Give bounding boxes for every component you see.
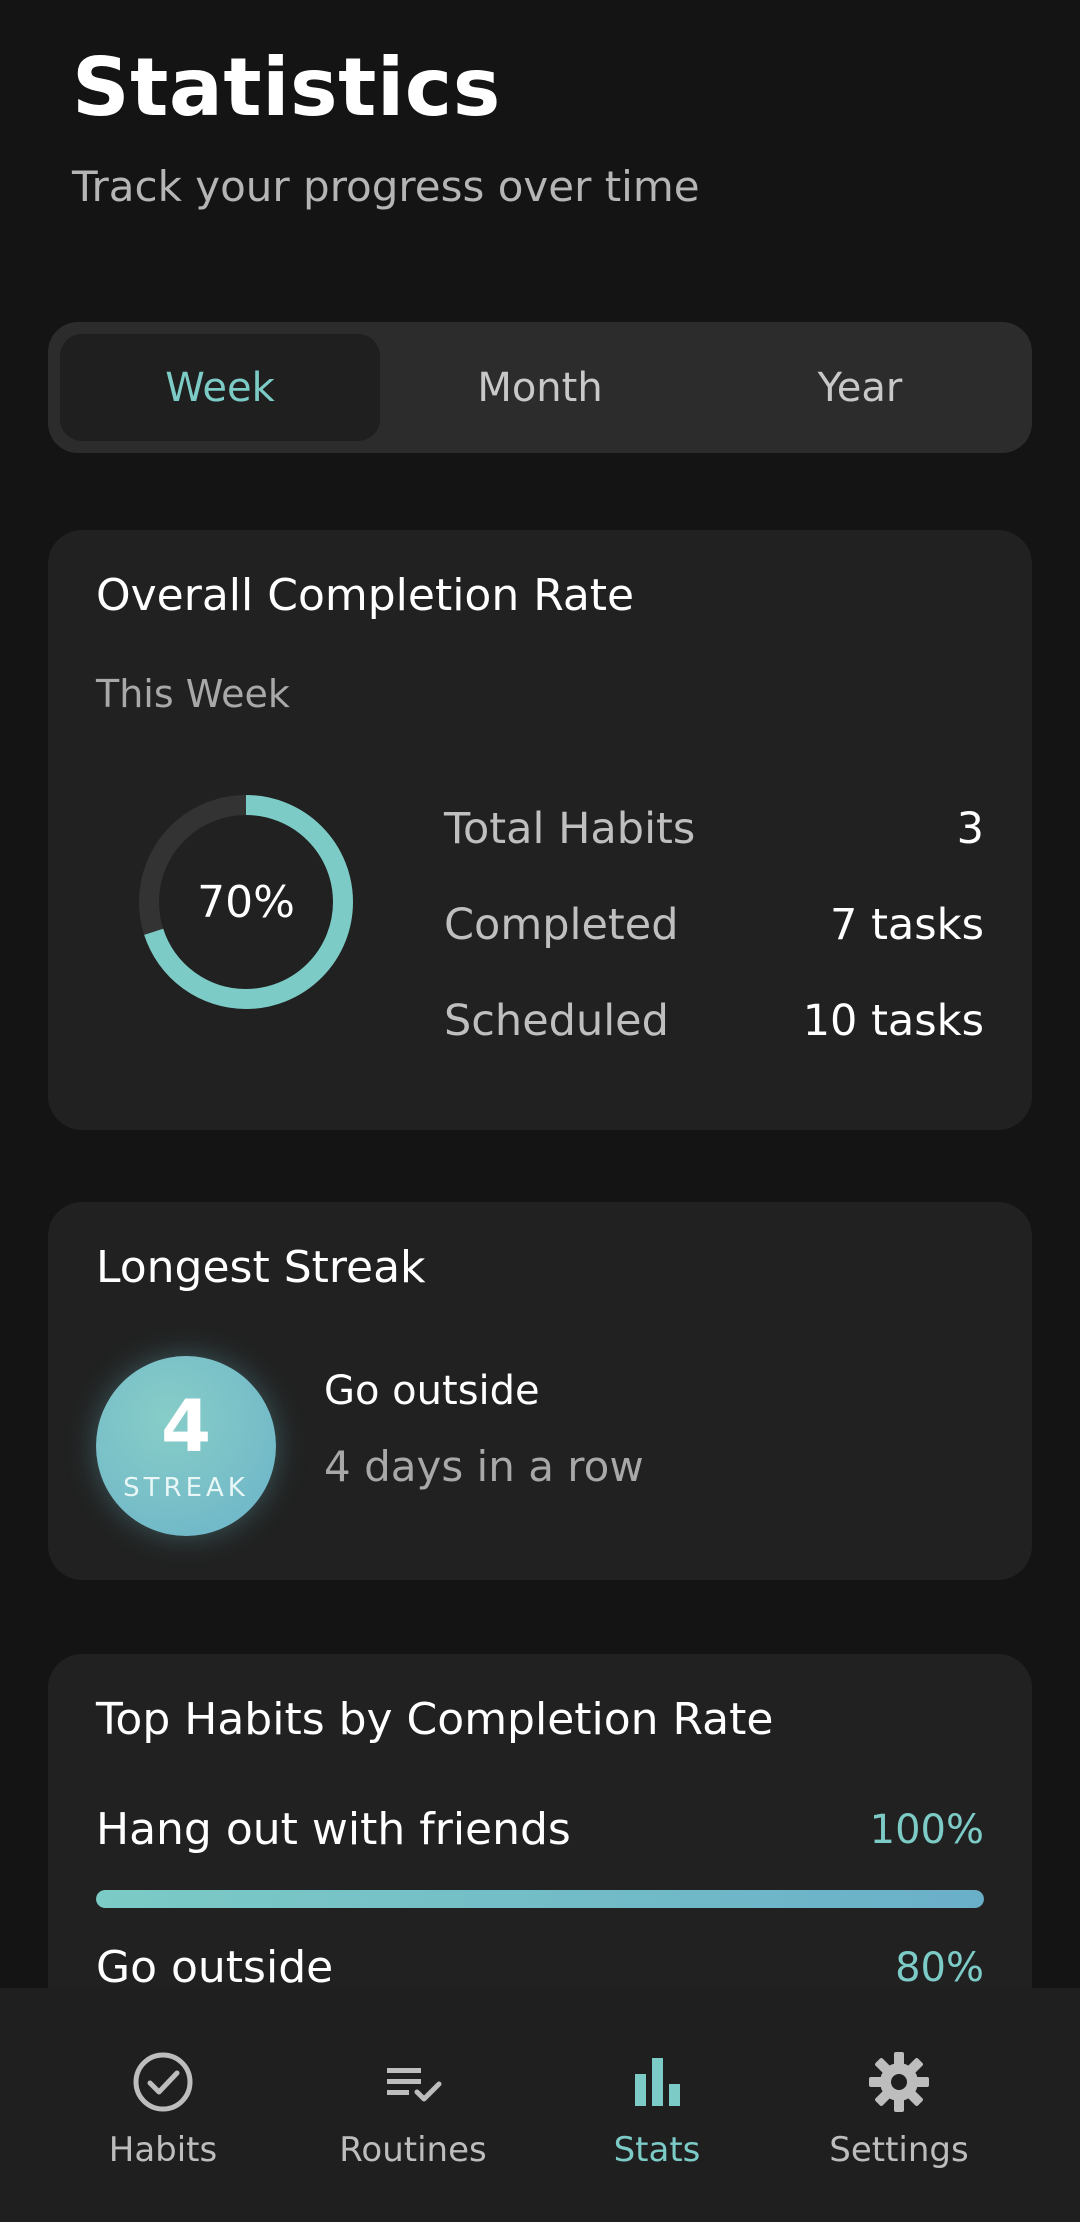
tab-week[interactable]: Week bbox=[60, 334, 380, 441]
page-subtitle: Track your progress over time bbox=[72, 162, 700, 211]
nav-label: Settings bbox=[829, 2130, 969, 2170]
overall-completion-title: Overall Completion Rate bbox=[96, 570, 635, 621]
streak-detail: 4 days in a row bbox=[324, 1442, 644, 1491]
streak-badge-label: STREAK bbox=[123, 1473, 249, 1503]
streak-habit-name: Go outside bbox=[324, 1368, 540, 1414]
stat-total-habits: Total Habits 3 bbox=[444, 794, 984, 864]
stat-value: 7 tasks bbox=[830, 900, 984, 950]
longest-streak-card: Longest Streak 4 STREAK Go outside 4 day… bbox=[48, 1202, 1032, 1580]
stat-label: Total Habits bbox=[444, 804, 696, 854]
top-habit-percent: 100% bbox=[869, 1806, 984, 1853]
completion-ring: 70% bbox=[136, 792, 356, 1012]
tab-year[interactable]: Year bbox=[700, 334, 1020, 441]
page-title: Statistics bbox=[72, 41, 501, 134]
list-check-icon bbox=[379, 2048, 447, 2116]
nav-item-settings[interactable]: Settings bbox=[764, 1988, 1034, 2222]
nav-item-habits[interactable]: Habits bbox=[28, 1988, 298, 2222]
nav-label: Routines bbox=[339, 2130, 487, 2170]
stat-label: Completed bbox=[444, 900, 679, 950]
top-habit-row: Hang out with friends 100% bbox=[96, 1804, 984, 1855]
stat-completed: Completed 7 tasks bbox=[444, 890, 984, 960]
streak-count: 4 bbox=[160, 1384, 212, 1468]
check-circle-icon bbox=[129, 2048, 197, 2116]
streak-badge: 4 STREAK bbox=[96, 1356, 276, 1536]
top-habit-percent: 80% bbox=[895, 1944, 984, 1991]
top-habit-progress-fill bbox=[96, 1890, 984, 1908]
top-habit-progress-track bbox=[96, 1890, 984, 1908]
overall-completion-card: Overall Completion Rate This Week 70% To… bbox=[48, 530, 1032, 1130]
bottom-nav: Habits Routines Stats Settings bbox=[0, 1988, 1080, 2222]
stat-scheduled: Scheduled 10 tasks bbox=[444, 986, 984, 1056]
stat-label: Scheduled bbox=[444, 996, 669, 1046]
top-habit-name: Go outside bbox=[96, 1942, 334, 1993]
stat-value: 10 tasks bbox=[802, 996, 984, 1046]
gear-icon bbox=[865, 2048, 933, 2116]
bar-chart-icon bbox=[623, 2048, 691, 2116]
completion-percent: 70% bbox=[197, 876, 295, 928]
nav-label: Stats bbox=[613, 2130, 701, 2170]
streak-title: Longest Streak bbox=[96, 1242, 426, 1293]
page-header: Statistics Track your progress over time bbox=[72, 40, 700, 211]
nav-item-stats[interactable]: Stats bbox=[522, 1988, 792, 2222]
nav-item-routines[interactable]: Routines bbox=[278, 1988, 548, 2222]
overall-period-label: This Week bbox=[96, 672, 290, 716]
top-habit-row: Go outside 80% bbox=[96, 1942, 984, 1993]
tab-month[interactable]: Month bbox=[380, 334, 700, 441]
nav-label: Habits bbox=[108, 2130, 218, 2170]
stat-value: 3 bbox=[956, 804, 984, 854]
period-selector: Week Month Year bbox=[48, 322, 1032, 453]
top-habits-title: Top Habits by Completion Rate bbox=[96, 1694, 774, 1745]
top-habit-name: Hang out with friends bbox=[96, 1804, 571, 1855]
